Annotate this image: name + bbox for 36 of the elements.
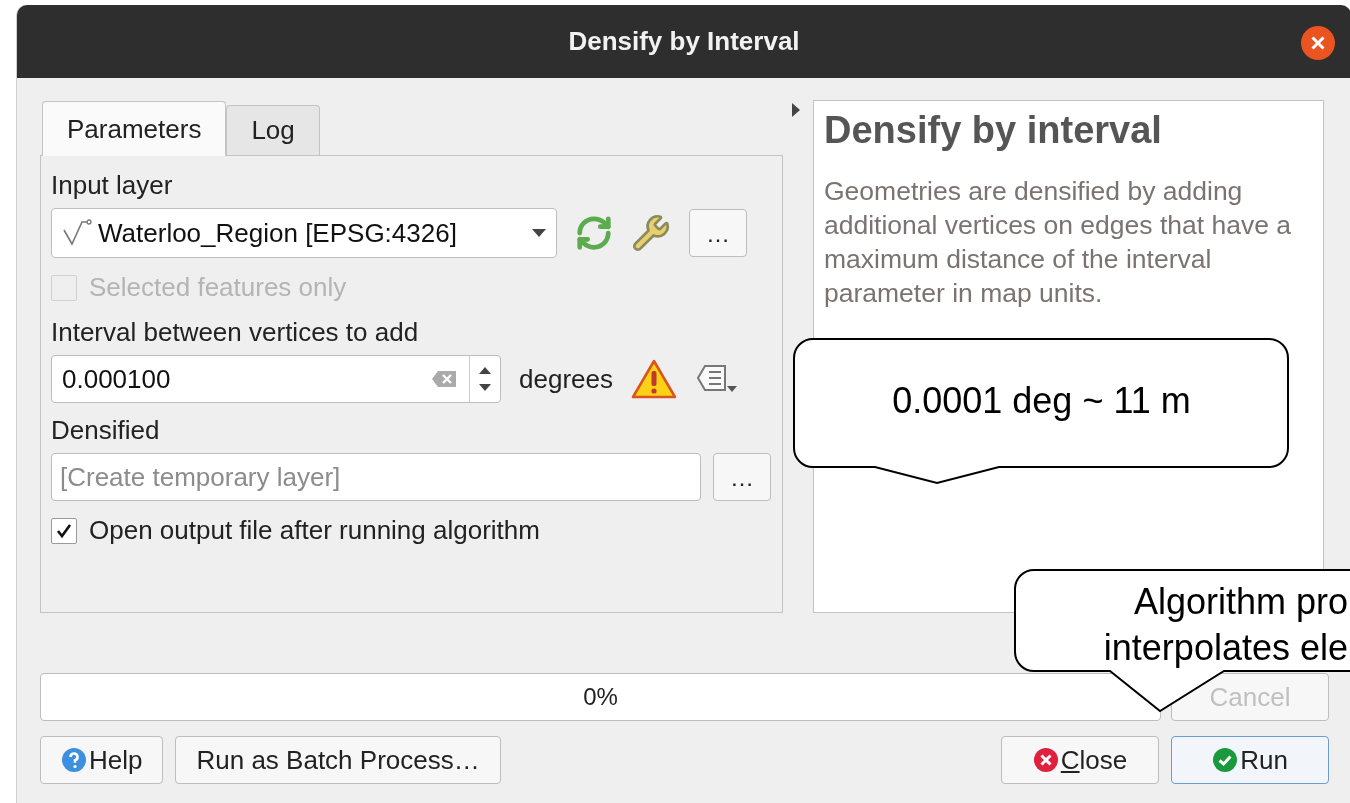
checkbox[interactable] [51,517,77,544]
window-title: Densify by Interval [568,26,800,57]
tab[interactable]: Log [226,105,320,155]
help-button[interactable]: Help [40,736,164,784]
wrench-icon[interactable] [631,213,671,253]
progress-reading: 0% [583,683,618,711]
field-label: Densified [51,414,160,447]
callout-text: 0.0001 deg ~ 11 m [892,379,1191,423]
check-icon [1212,747,1239,773]
field-label: Input layer [51,169,173,202]
browse-button[interactable]: … [713,453,771,501]
warning-icon [630,359,677,399]
refresh-icon[interactable] [575,214,613,252]
interval-field[interactable]: 0.000100 [52,363,431,395]
output-field[interactable]: [Create temporary layer] [51,453,701,501]
browse-button[interactable]: … [689,209,747,257]
checkbox-label: Open output file after running algorithm [89,515,540,546]
clear-icon[interactable] [431,370,457,388]
layer-dropdown[interactable]: Waterloo_Region [EPSG:4326] [51,208,557,258]
batch-process-button[interactable]: Run as Batch Process… [175,736,501,784]
close-button[interactable]: Close [1001,736,1159,784]
close-icon [1032,747,1059,773]
caret-icon [532,229,546,237]
checkbox-label: Selected features only [89,272,347,303]
help-text: Geometries are densified by adding additional vertices on edges that have a maximum distance of the interval parameter in map units. [824,175,1292,310]
callout-text: Algorithm pro interpolates ele [1103,580,1348,670]
close-icon[interactable] [1301,26,1335,60]
run-button[interactable]: Run [1171,736,1329,784]
tab[interactable]: Parameters [42,101,227,156]
collapse-arrow-icon[interactable] [791,102,801,118]
line-layer-icon [62,218,92,248]
spin-box[interactable]: 0.000100 [51,355,501,403]
help-title: Densify by interval [824,109,1162,152]
field-label: Interval between vertices to add [51,316,419,349]
help-icon [61,747,87,773]
unit-label: degrees [519,363,613,395]
